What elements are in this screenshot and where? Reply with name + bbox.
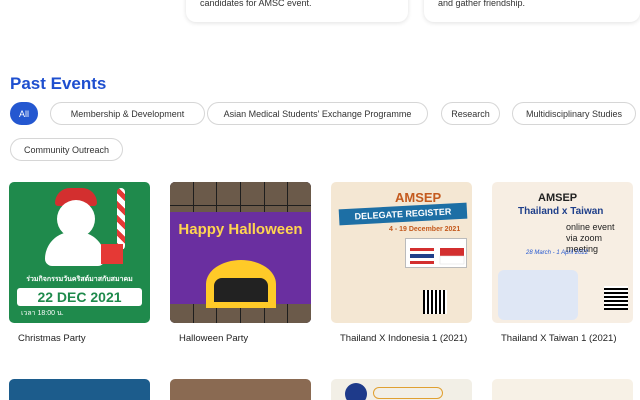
snowman-body-shape [45,232,105,266]
silhouette-shape [214,278,268,302]
event-thumbnail[interactable]: Happy Halloween [170,182,311,323]
thumb-line1: AMSEP [395,190,442,205]
pill-shape [373,387,443,399]
event-thumbnail-row2-1[interactable] [9,379,150,400]
thumb-line3: 4 - 19 December 2021 [389,226,461,233]
qr-code-icon [423,290,447,314]
page: candidates for AMSC event. and gather fr… [0,0,640,400]
thumb-line2: Thailand x Taiwan [518,206,604,217]
thumb-line1: AMSEP [538,192,578,204]
flags-icon [410,248,465,265]
event-card-text: candidates for AMSC event. [200,0,312,8]
thumb-heading: Happy Halloween [178,221,303,238]
section-title: Past Events [10,74,107,93]
flags-panel [405,238,467,268]
event-card[interactable]: AMSEP Thailand x Taiwan online event via… [492,182,633,345]
qr-code-icon [604,286,628,310]
event-card-top-2[interactable]: and gather friendship. [424,0,640,22]
filter-chip-all[interactable]: All [10,102,38,125]
filter-chip-community[interactable]: Community Outreach [10,138,123,161]
candy-cane-shape [117,188,125,250]
thumb-line2: DELEGATE REGISTER [338,202,468,226]
thumb-time: เวลา 18:00 น. [21,310,64,317]
event-thumbnail[interactable]: ร่วมกิจกรรมวันคริสต์มาสกับสมาคม 22 DEC 2… [9,182,150,323]
filter-chip-multidisciplinary[interactable]: Multidisciplinary Studies [512,102,636,125]
thumb-line4: 28 March - 1 April 2022 [526,250,589,256]
thumb-info-block [337,238,397,316]
event-thumbnail[interactable]: AMSEP Thailand x Taiwan online event via… [492,182,633,323]
event-thumbnail[interactable]: AMSEP DELEGATE REGISTER 4 - 19 December … [331,182,472,323]
event-title[interactable]: Halloween Party [170,332,311,345]
filter-chip-amsep[interactable]: Asian Medical Students' Exchange Program… [207,102,428,125]
circle-shape [345,383,367,400]
gift-icon [101,244,123,264]
event-card-top-1[interactable]: candidates for AMSC event. [186,0,408,22]
event-thumbnail-row2-3[interactable] [331,379,472,400]
event-title[interactable]: Christmas Party [9,332,150,345]
thumb-thai-text: ร่วมกิจกรรมวันคริสต์มาสกับสมาคม [26,276,133,283]
event-title[interactable]: Thailand X Taiwan 1 (2021) [492,332,633,345]
event-title[interactable]: Thailand X Indonesia 1 (2021) [331,332,472,345]
people-illustration [498,270,578,320]
event-thumbnail-row2-4[interactable] [492,379,633,400]
event-thumbnail-row2-2[interactable] [170,379,311,400]
filter-chip-membership[interactable]: Membership & Development [50,102,205,125]
thumb-banner: ร่วมกิจกรรมวันคริสต์มาสกับสมาคม 22 DEC 2… [17,274,142,317]
event-card[interactable]: Happy Halloween Halloween Party [170,182,311,345]
event-card[interactable]: AMSEP DELEGATE REGISTER 4 - 19 December … [331,182,472,345]
event-card[interactable]: ร่วมกิจกรรมวันคริสต์มาสกับสมาคม 22 DEC 2… [9,182,150,345]
filter-chip-research[interactable]: Research [441,102,500,125]
thumb-date: 22 DEC 2021 [17,288,142,306]
event-card-text: and gather friendship. [438,0,526,8]
